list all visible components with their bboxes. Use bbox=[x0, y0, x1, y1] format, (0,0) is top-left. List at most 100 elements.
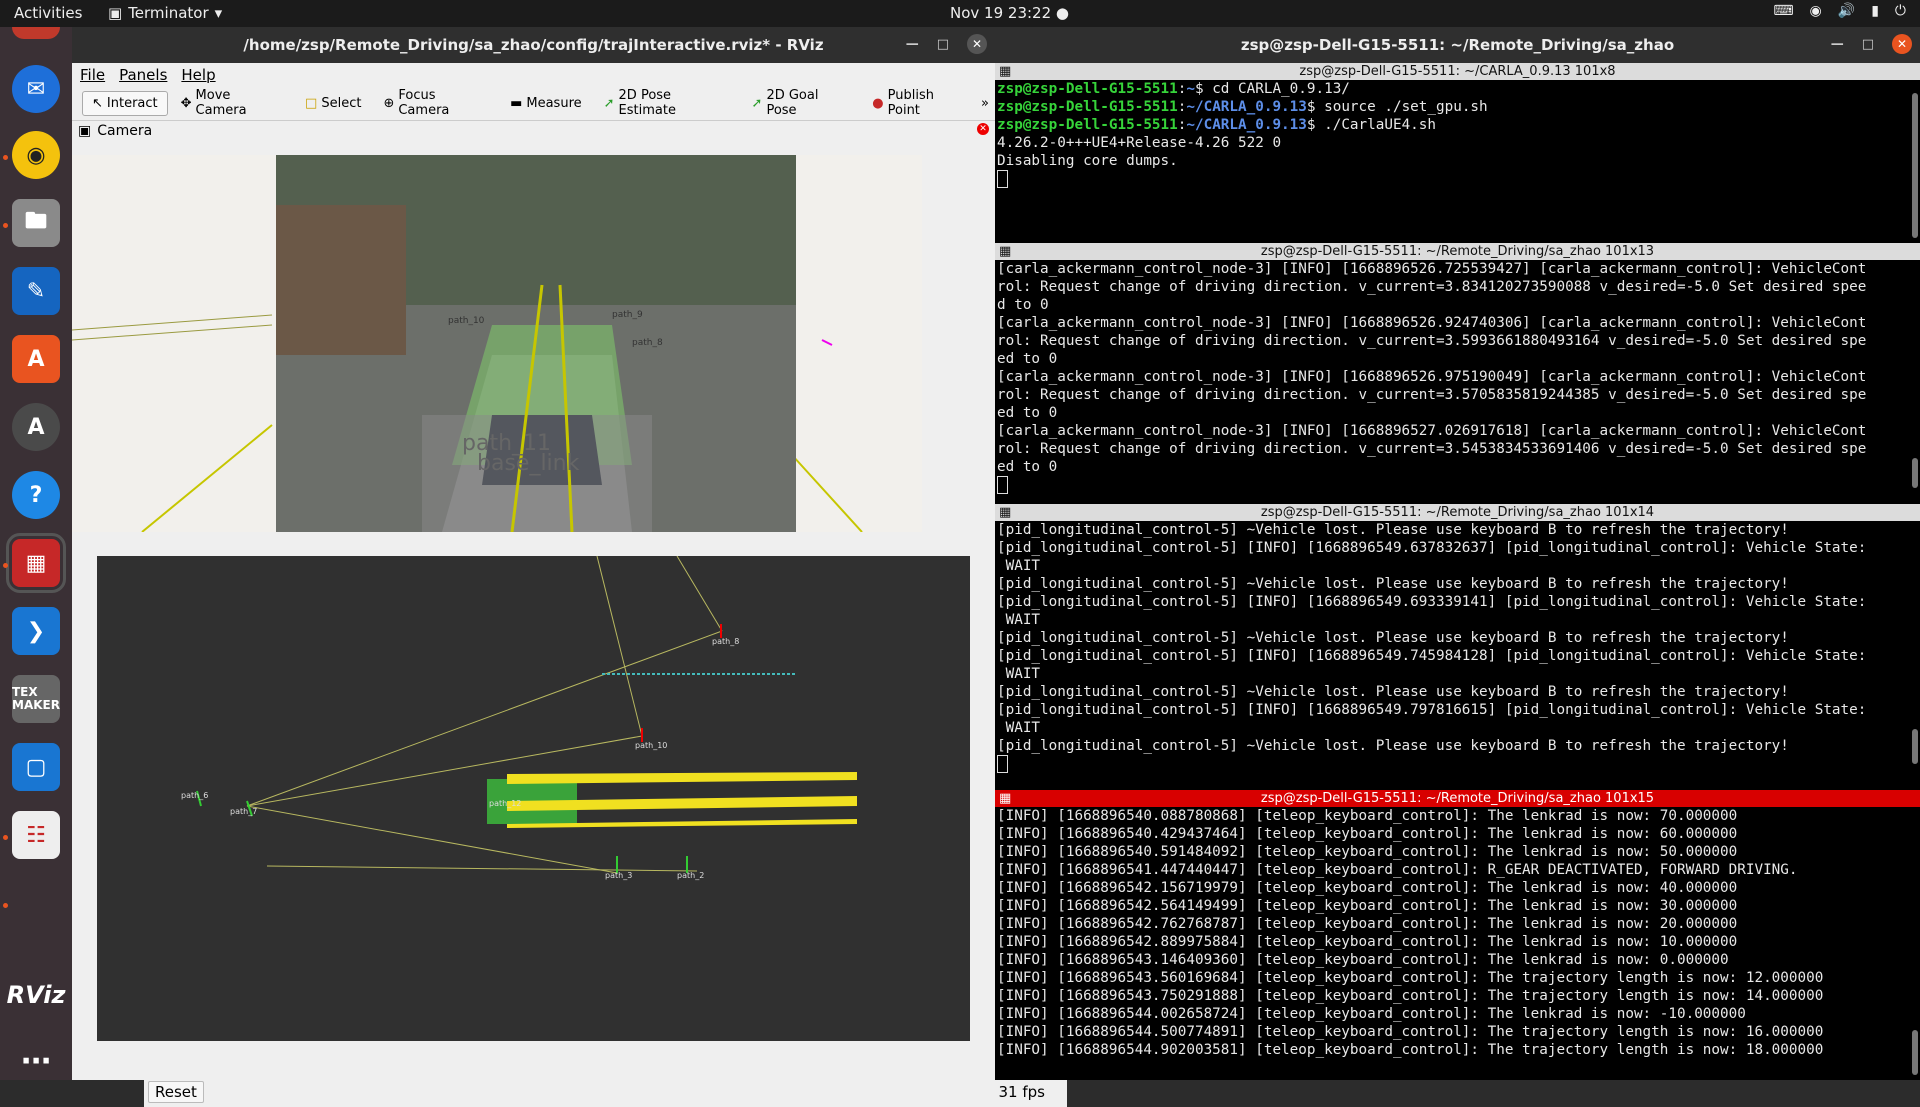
menu-help[interactable]: Help bbox=[181, 66, 215, 84]
pane-title-text: zsp@zsp-Dell-G15-5511: ~/Remote_Driving/… bbox=[1260, 505, 1655, 520]
rviz-titlebar[interactable]: /home/zsp/Remote_Driving/sa_zhao/config/… bbox=[72, 27, 995, 63]
wifi-icon: ◉ bbox=[1809, 3, 1822, 19]
software-updater-icon[interactable]: A bbox=[12, 403, 60, 451]
tool-select[interactable]: □ Select bbox=[296, 92, 370, 115]
output-line: [INFO] [1668896542.156719979] [teleop_ke… bbox=[997, 880, 1738, 896]
rviz-icon[interactable]: RViz bbox=[7, 971, 66, 1019]
rviz-toolbar: ↖ Interact ✥ Move Camera □ Select ⊕ Focus Ca… bbox=[72, 86, 995, 121]
clock-label: Nov 19 23:22 bbox=[950, 4, 1052, 22]
camera-view[interactable]: path_10 path_9 path_8 path_11 base_link bbox=[72, 155, 922, 532]
3d-view[interactable]: path_8 path_10 path_6 path_7 path_3 path… bbox=[97, 555, 970, 1041]
output-line: rol: Request change of driving direction… bbox=[997, 387, 1867, 403]
close-icon[interactable]: ✕ bbox=[1892, 34, 1912, 54]
rviz-window-title: /home/zsp/Remote_Driving/sa_zhao/config/… bbox=[243, 36, 824, 54]
ruler-icon: ▬ bbox=[510, 95, 523, 111]
pane-grid-icon[interactable]: ▦ bbox=[999, 63, 1011, 80]
cursor-icon: ↖ bbox=[92, 95, 103, 111]
top-bar: Activities ▣ Terminator ▾ Nov 19 23:22 ●… bbox=[0, 0, 1920, 27]
trajectory-band bbox=[507, 772, 857, 784]
activities-button[interactable]: Activities bbox=[14, 4, 82, 22]
thunderbird-icon[interactable]: ✉ bbox=[12, 65, 60, 113]
tool-2d-goal-pose[interactable]: ➚ 2D Goal Pose bbox=[743, 84, 860, 122]
tool-2d-pose-estimate[interactable]: ➚ 2D Pose Estimate bbox=[595, 84, 739, 122]
clock[interactable]: Nov 19 23:22 ● bbox=[950, 4, 1069, 22]
pane-title-text: zsp@zsp-Dell-G15-5511: ~/CARLA_0.9.13 10… bbox=[1299, 64, 1616, 79]
output-line: d to 0 bbox=[997, 297, 1049, 313]
output-line: [INFO] [1668896542.889975884] [teleop_ke… bbox=[997, 934, 1738, 950]
battery-icon: ▮ bbox=[1871, 3, 1879, 19]
menu-file[interactable]: File bbox=[80, 66, 105, 84]
toolbar-overflow-icon[interactable]: » bbox=[981, 96, 989, 111]
tool-focus-camera[interactable]: ⊕ Focus Camera bbox=[374, 84, 497, 122]
terminal-output: [INFO] [1668896540.088780868] [teleop_ke… bbox=[995, 807, 1920, 1059]
files-icon[interactable]: 🖿 bbox=[12, 199, 60, 247]
software-center-icon[interactable]: A bbox=[12, 335, 60, 383]
output-line: [pid_longitudinal_control-5] ~Vehicle lo… bbox=[997, 684, 1789, 700]
app-grid-icon[interactable]: ⋯ bbox=[12, 1037, 60, 1085]
camera-panel-title: Camera bbox=[97, 123, 153, 139]
map-pin-icon: ● bbox=[872, 95, 884, 111]
app-menu[interactable]: ▣ Terminator ▾ bbox=[108, 4, 222, 22]
libreoffice-writer-icon[interactable]: ✎ bbox=[12, 267, 60, 315]
texmaker-icon[interactable]: TEX MAKER bbox=[12, 675, 60, 723]
reset-button[interactable]: Reset bbox=[148, 1081, 204, 1103]
scene-label-path-12: path_12 bbox=[489, 799, 521, 808]
vscode-icon[interactable]: ❯ bbox=[12, 607, 60, 655]
pane-title-text: zsp@zsp-Dell-G15-5511: ~/Remote_Driving/… bbox=[1260, 791, 1655, 806]
scrollbar[interactable] bbox=[1912, 458, 1918, 488]
scrollbar[interactable] bbox=[1912, 93, 1918, 238]
system-tray[interactable]: ⌨ ◉ 🔊 ▮ ⏻ bbox=[1773, 3, 1906, 19]
tool-move-camera[interactable]: ✥ Move Camera bbox=[172, 84, 292, 122]
terminal-pane-ackermann[interactable]: ▦ zsp@zsp-Dell-G15-5511: ~/Remote_Driving… bbox=[995, 243, 1920, 495]
document-viewer-icon[interactable]: ☷ bbox=[12, 811, 60, 859]
pane-grid-icon[interactable]: ▦ bbox=[999, 790, 1011, 807]
maximize-icon[interactable]: □ bbox=[1862, 37, 1874, 52]
terminal-pane-carla[interactable]: ▦ zsp@zsp-Dell-G15-5511: ~/CARLA_0.9.13 1… bbox=[995, 63, 1920, 243]
tool-measure[interactable]: ▬ Measure bbox=[501, 92, 591, 115]
pane-grid-icon[interactable]: ▦ bbox=[999, 504, 1011, 521]
rhythmbox-icon[interactable]: ◉ bbox=[12, 131, 60, 179]
tool-publish-point[interactable]: ● Publish Point bbox=[863, 84, 977, 122]
terminator-titlebar[interactable]: zsp@zsp-Dell-G15-5511: ~/Remote_Driving/… bbox=[995, 27, 1920, 63]
terminal-pane-pid[interactable]: ▦ zsp@zsp-Dell-G15-5511: ~/Remote_Driving… bbox=[995, 504, 1920, 774]
building bbox=[276, 205, 406, 355]
output-line: Disabling core dumps. bbox=[997, 153, 1178, 169]
camera-panel-header: ▣ Camera ✕ bbox=[72, 121, 995, 141]
output-line: rol: Request change of driving direction… bbox=[997, 279, 1867, 295]
output-line: [INFO] [1668896541.447440447] [teleop_ke… bbox=[997, 862, 1798, 878]
power-icon: ⏻ bbox=[1894, 3, 1906, 19]
close-icon[interactable]: ✕ bbox=[967, 34, 987, 54]
help-icon[interactable]: ? bbox=[12, 471, 60, 519]
output-line: ed to 0 bbox=[997, 351, 1058, 367]
minimize-icon[interactable]: — bbox=[906, 37, 919, 52]
panel-icon: ▣ bbox=[78, 123, 92, 139]
rviz-menubar: File Panels Help bbox=[72, 63, 995, 86]
output-line: [INFO] [1668896543.750291888] [teleop_ke… bbox=[997, 988, 1824, 1004]
tool-measure-label: Measure bbox=[526, 95, 582, 111]
minimize-icon[interactable]: — bbox=[1831, 37, 1844, 52]
tool-publish-point-label: Publish Point bbox=[887, 88, 934, 118]
green-arrow-icon: ➚ bbox=[603, 95, 615, 111]
pane-grid-icon[interactable]: ▦ bbox=[999, 243, 1011, 260]
maximize-icon[interactable]: □ bbox=[937, 37, 949, 52]
output-line: [INFO] [1668896540.429437464] [teleop_ke… bbox=[997, 826, 1738, 842]
chrome-icon[interactable] bbox=[12, 27, 60, 39]
prompt-line: zsp@zsp-Dell-G15-5511:~/CARLA_0.9.13$ ./… bbox=[997, 117, 1437, 133]
terminal-icon: ▣ bbox=[108, 4, 123, 22]
terminator-icon[interactable]: ▦ bbox=[6, 533, 66, 593]
texmaker-label: TEX MAKER bbox=[12, 685, 60, 712]
select-box-icon: □ bbox=[305, 95, 318, 111]
tool-interact[interactable]: ↖ Interact bbox=[82, 90, 168, 116]
screenshot-icon[interactable]: ▢ bbox=[12, 743, 60, 791]
output-line: [pid_longitudinal_control-5] ~Vehicle lo… bbox=[997, 576, 1789, 592]
scene-label-path-8: path_8 bbox=[712, 637, 739, 646]
panel-close-icon[interactable]: ✕ bbox=[977, 123, 989, 135]
scrollbar[interactable] bbox=[1912, 729, 1918, 764]
terminal-pane-teleop[interactable]: ▦ zsp@zsp-Dell-G15-5511: ~/Remote_Driving… bbox=[995, 790, 1920, 1080]
scene-label-path-10: path_10 bbox=[635, 741, 667, 750]
output-line: [INFO] [1668896544.002658724] [teleop_ke… bbox=[997, 1006, 1746, 1022]
output-line: [carla_ackermann_control_node-3] [INFO] … bbox=[997, 369, 1867, 385]
menu-panels[interactable]: Panels bbox=[119, 66, 167, 84]
output-line: [pid_longitudinal_control-5] [INFO] [166… bbox=[997, 594, 1867, 610]
scrollbar[interactable] bbox=[1912, 1030, 1918, 1075]
